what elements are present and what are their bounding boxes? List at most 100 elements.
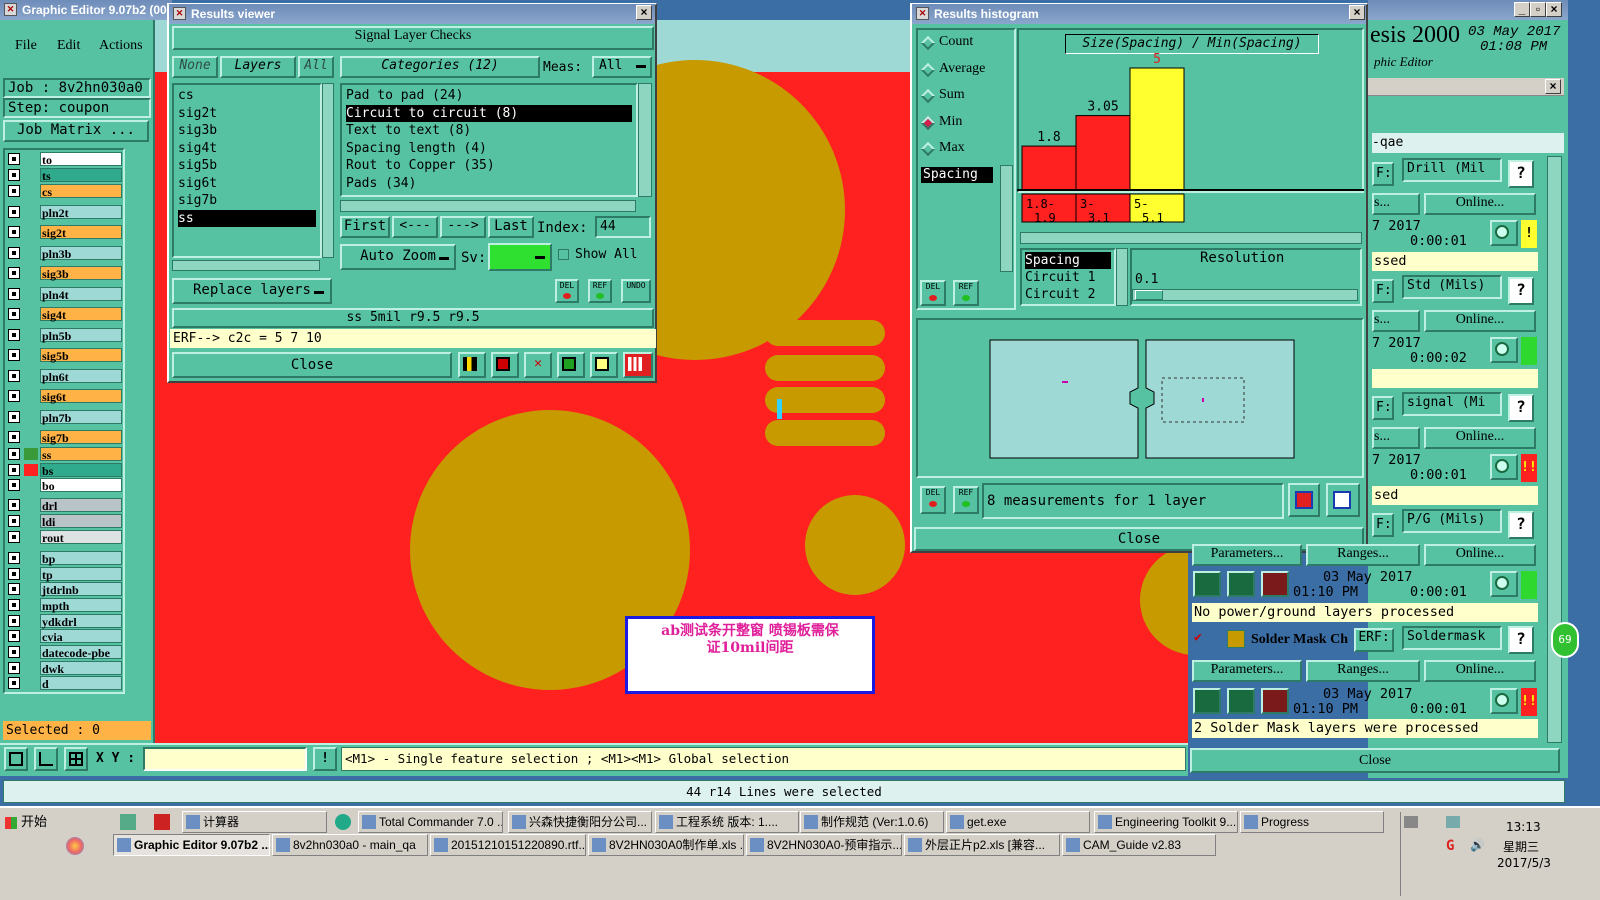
category-item-spacing[interactable]: Spacing — [921, 167, 993, 183]
none-button[interactable]: None — [172, 56, 218, 78]
inner-close-icon[interactable]: × — [1545, 79, 1561, 94]
layer-list-vscroll[interactable] — [322, 83, 334, 258]
category-list-item[interactable]: Pads (34) — [346, 175, 632, 193]
layer-name[interactable]: bs — [40, 463, 122, 478]
histogram-close-icon[interactable]: × — [1349, 5, 1365, 20]
layer-checkbox[interactable] — [8, 515, 20, 527]
zoom-preview-icon[interactable] — [1288, 483, 1320, 517]
erf-button[interactable]: F: — [1372, 279, 1394, 303]
layer-row[interactable]: sig5b — [8, 348, 122, 363]
taskbar-button[interactable]: 计算器 — [182, 811, 327, 833]
layer-name[interactable]: datecode-pbe — [40, 645, 122, 660]
results-viewer-close-button[interactable]: Close — [172, 352, 452, 378]
zoom-result-icon[interactable] — [1490, 454, 1518, 480]
alert-icon[interactable]: ! — [313, 747, 337, 771]
layer-name[interactable]: sig5b — [40, 348, 122, 363]
layer-checkbox[interactable] — [8, 390, 20, 402]
quicklaunch-icon-1[interactable] — [120, 814, 136, 830]
taskbar-button[interactable]: 外层正片p2.xls [兼容... — [904, 834, 1060, 856]
layer-list-item[interactable]: sig3b — [178, 122, 316, 140]
layer-name[interactable]: sig2t — [40, 225, 122, 240]
taskbar-button[interactable]: Total Commander 7.0 ... — [358, 811, 503, 833]
histogram-option[interactable]: Count — [920, 34, 1011, 52]
layer-checkbox[interactable] — [8, 531, 20, 543]
measurement-list-item[interactable]: Circuit 2 — [1025, 286, 1111, 303]
layer-row[interactable]: ldi — [8, 514, 122, 529]
histogram-bar[interactable] — [1021, 145, 1077, 191]
layer-name[interactable]: cvia — [40, 629, 122, 644]
next-button[interactable]: ---> — [440, 216, 486, 238]
layer-row[interactable]: sig7b — [8, 430, 122, 445]
erf-button[interactable]: F: — [1372, 396, 1394, 420]
erf-button[interactable]: F: — [1372, 162, 1394, 186]
soldermask-parameters-button[interactable]: Parameters... — [1192, 660, 1302, 682]
ranges-button[interactable]: s... — [1372, 427, 1420, 449]
layer-row[interactable]: sig2t — [8, 225, 122, 240]
layer-checkbox[interactable] — [8, 677, 20, 689]
layer-checkbox[interactable] — [8, 479, 20, 491]
layer-list-hscroll[interactable] — [172, 260, 320, 271]
layer-row[interactable]: pln5b — [8, 328, 122, 343]
last-button[interactable]: Last — [488, 216, 534, 238]
taskbar-button[interactable]: 制作规范 (Ver:1.0.6) — [800, 811, 944, 833]
job-matrix-button[interactable]: Job Matrix ... — [3, 120, 149, 142]
category-list-item[interactable]: Circuit to circuit (8) — [346, 104, 632, 122]
histogram-title-bar[interactable]: ✕ Results histogram — [912, 4, 1366, 24]
quicklaunch-pdf-icon[interactable] — [154, 814, 170, 830]
category-list-hscroll[interactable] — [340, 200, 636, 212]
all-button[interactable]: All — [298, 56, 334, 78]
layer-name[interactable]: bo — [40, 478, 122, 493]
histogram-icon[interactable] — [623, 352, 653, 378]
layer-name[interactable]: bp — [40, 551, 122, 566]
zoom-result-icon[interactable] — [1490, 220, 1518, 246]
undo-icon[interactable]: UNDO — [621, 279, 651, 303]
layer-checkbox[interactable] — [8, 153, 20, 165]
histogram-option[interactable]: Sum — [920, 87, 1011, 105]
layer-checkbox[interactable] — [8, 370, 20, 382]
layer-checkbox[interactable] — [8, 411, 20, 423]
del-icon[interactable]: DEL — [555, 279, 579, 303]
resolution-slider[interactable] — [1132, 289, 1358, 301]
category-list-item[interactable]: Text to text (8) — [346, 122, 632, 140]
category-list-item[interactable]: Spacing length (4) — [346, 140, 632, 158]
zoom-area-icon[interactable] — [34, 747, 58, 771]
zoom-fit-icon[interactable] — [4, 747, 28, 771]
layer-name[interactable]: pln6t — [40, 369, 122, 384]
help-icon[interactable]: ? — [1508, 511, 1534, 539]
layer-row[interactable]: tp — [8, 567, 122, 582]
layer-row[interactable]: sig4t — [8, 307, 122, 322]
layer-row[interactable]: mpth — [8, 598, 122, 613]
layer-name[interactable]: rout — [40, 530, 122, 545]
auto-zoom-dropdown[interactable]: Auto Zoom — [340, 244, 456, 270]
layers-button[interactable]: Layers — [220, 56, 296, 78]
histogram-option[interactable]: Average — [920, 61, 1011, 79]
tray-printer-icon[interactable] — [1404, 816, 1418, 828]
layer-checkbox[interactable] — [8, 349, 20, 361]
taskbar-button[interactable]: 8V2HN030A0制作单.xls ... — [588, 834, 744, 856]
run-icon[interactable] — [1193, 688, 1221, 714]
layer-checkbox[interactable] — [8, 662, 20, 674]
zoom-result-icon[interactable] — [1490, 688, 1518, 714]
layer-row[interactable]: ydkdrl — [8, 614, 122, 629]
fit-preview-icon[interactable] — [1326, 483, 1360, 517]
layer-name[interactable]: pln5b — [40, 328, 122, 343]
taskbar-button[interactable]: 工程系统 版本: 1.... — [655, 811, 799, 833]
layer-row[interactable]: drl — [8, 498, 122, 513]
layer-row[interactable]: sig3b — [8, 266, 122, 281]
layer-checkbox[interactable] — [8, 288, 20, 300]
layer-name[interactable]: ts — [40, 168, 122, 183]
layer-row[interactable]: pln4t — [8, 287, 122, 302]
layer-name[interactable]: drl — [40, 498, 122, 513]
soldermask-erf-button[interactable]: ERF: — [1354, 628, 1394, 652]
xy-input[interactable] — [143, 747, 307, 771]
help-icon[interactable]: ? — [1508, 626, 1534, 654]
measurement-list[interactable]: Spacing Circuit 1 Circuit 2 — [1020, 248, 1116, 306]
layer-name[interactable]: jtdrlnb — [40, 582, 122, 597]
layer-checkbox[interactable] — [8, 431, 20, 443]
preview-ref-icon[interactable]: REF — [953, 486, 979, 514]
layer-name[interactable]: sig4t — [40, 307, 122, 322]
zoom-result-icon[interactable] — [1490, 571, 1518, 597]
prev-button[interactable]: <--- — [392, 216, 438, 238]
taskbar-button[interactable]: Engineering Toolkit 9.... — [1094, 811, 1238, 833]
layer-row[interactable]: bs — [8, 463, 122, 478]
